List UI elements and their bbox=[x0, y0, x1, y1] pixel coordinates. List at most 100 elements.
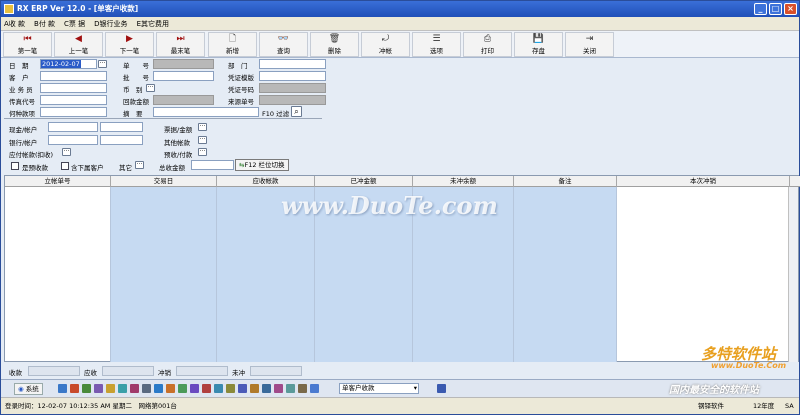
toolbar-button-9[interactable]: ☰ 选项 bbox=[412, 32, 461, 57]
menu-banking[interactable]: D银行业务 bbox=[94, 19, 127, 29]
watermark-brand-url: www.DuoTe.Com bbox=[711, 361, 787, 370]
menu-receipt[interactable]: A收 款 bbox=[4, 19, 25, 29]
toolbar-button-2[interactable]: ◀ 上一笔 bbox=[54, 32, 103, 57]
shortcut-icon[interactable] bbox=[226, 384, 235, 393]
toolbar-button-6[interactable]: 👓 查询 bbox=[259, 32, 308, 57]
toolbar-button-label: 下一笔 bbox=[119, 47, 140, 55]
grid-header-cell[interactable]: 本次冲销 bbox=[617, 176, 790, 187]
dept-field[interactable] bbox=[259, 59, 326, 69]
toolbar-button-label: 冲帐 bbox=[379, 47, 392, 55]
grid-header-cell[interactable]: 未冲余额 bbox=[413, 176, 514, 187]
toolbar-button-8[interactable]: ⤾ 冲帐 bbox=[361, 32, 410, 57]
doc-no-field bbox=[153, 59, 214, 69]
module-select[interactable]: 单客户收款 ▾ bbox=[339, 383, 419, 394]
shortcut-icon[interactable] bbox=[238, 384, 247, 393]
other-label: 其它 bbox=[119, 164, 132, 172]
book-icon[interactable] bbox=[437, 384, 446, 393]
shortcut-icon[interactable] bbox=[82, 384, 91, 393]
toolbar-button-3[interactable]: ▶ 下一笔 bbox=[105, 32, 154, 57]
batch-field[interactable] bbox=[153, 71, 214, 81]
shortcut-icon[interactable] bbox=[262, 384, 271, 393]
minimize-icon[interactable]: _ bbox=[754, 3, 767, 15]
vertical-scrollbar[interactable] bbox=[788, 187, 798, 362]
total-amount-field[interactable] bbox=[191, 160, 234, 170]
summary-field[interactable] bbox=[153, 107, 259, 117]
bill-picker-button[interactable]: ··· bbox=[198, 123, 207, 131]
other-account-picker-button[interactable]: ··· bbox=[198, 136, 207, 144]
toolbar-button-10[interactable]: ⎙ 打印 bbox=[463, 32, 512, 57]
prepay-picker-button[interactable]: ··· bbox=[198, 148, 207, 156]
close-icon[interactable]: × bbox=[784, 3, 797, 15]
f12-toggle-button[interactable]: ⇆F12 栏位切换 bbox=[235, 159, 289, 171]
shortcut-icon[interactable] bbox=[94, 384, 103, 393]
toolbar-button-11[interactable]: 💾 存盘 bbox=[514, 32, 563, 57]
grid-header-cell[interactable]: 已冲金额 bbox=[315, 176, 413, 187]
toolbar-button-label: 上一笔 bbox=[68, 47, 89, 55]
toolbar-button-label: 查询 bbox=[277, 47, 290, 55]
toolbar-button-label: 选项 bbox=[430, 47, 443, 55]
shortcut-icon[interactable] bbox=[178, 384, 187, 393]
system-button[interactable]: ◉ 系统 bbox=[14, 383, 43, 395]
shortcut-icon[interactable] bbox=[286, 384, 295, 393]
shortcut-icon[interactable] bbox=[154, 384, 163, 393]
watermark-url: www.DuoTe.com bbox=[281, 191, 498, 220]
shortcut-icon[interactable] bbox=[58, 384, 67, 393]
dept-label: 部 门 bbox=[228, 62, 248, 70]
totals-receipt-label: 收款 bbox=[9, 369, 22, 377]
menu-bills[interactable]: C票 据 bbox=[64, 19, 85, 29]
toolbar-button-7[interactable]: 🗑 删除 bbox=[310, 32, 359, 57]
date-field[interactable]: 2012-02-07 bbox=[40, 59, 97, 69]
voucher-template-field[interactable] bbox=[259, 71, 326, 81]
shortcut-icon[interactable] bbox=[274, 384, 283, 393]
toolbar-button-1[interactable]: ⏮ 第一笔 bbox=[3, 32, 52, 57]
salesperson-field[interactable] bbox=[40, 83, 107, 93]
toolbar-button-12[interactable]: ⇥ 关闭 bbox=[565, 32, 614, 57]
shortcut-icon[interactable] bbox=[250, 384, 259, 393]
cash-amount-field[interactable] bbox=[100, 122, 143, 132]
bank-account-field[interactable] bbox=[48, 135, 98, 145]
grid-col-this-offset bbox=[617, 187, 790, 362]
payment-type-field[interactable] bbox=[40, 107, 107, 117]
fiscal-year: 12年度 bbox=[753, 402, 775, 410]
shortcut-icon[interactable] bbox=[70, 384, 79, 393]
maximize-icon[interactable]: □ bbox=[769, 3, 782, 15]
fax-field[interactable] bbox=[40, 95, 107, 105]
currency-picker-button[interactable]: ··· bbox=[146, 84, 155, 92]
toolbar-button-4[interactable]: ⏭ 最末笔 bbox=[156, 32, 205, 57]
cash-account-field[interactable] bbox=[48, 122, 98, 132]
payment-type-label: 何种款项 bbox=[9, 110, 35, 118]
receivable-deduct-label: 应付帐款(扣收) bbox=[9, 151, 54, 159]
customer-label: 客 户 bbox=[9, 74, 29, 82]
shortcut-icon[interactable] bbox=[106, 384, 115, 393]
menu-payment[interactable]: B付 款 bbox=[34, 19, 55, 29]
shortcut-icon[interactable] bbox=[202, 384, 211, 393]
grid-header-cell[interactable]: 立帐单号 bbox=[5, 176, 111, 187]
shortcut-icon[interactable] bbox=[214, 384, 223, 393]
shortcut-icon[interactable] bbox=[310, 384, 319, 393]
shortcut-icon[interactable] bbox=[142, 384, 151, 393]
other-picker-button[interactable]: ··· bbox=[135, 161, 144, 169]
grid-header-cell[interactable]: 应收帐款 bbox=[217, 176, 315, 187]
totals-remaining-field bbox=[250, 366, 302, 376]
toolbar: ⏮ 第一笔 ◀ 上一笔 ▶ 下一笔 ⏭ 最末笔 🗋 新增 👓 查询 🗑 删除 ⤾ 冲帐 ☰ 选项 ⎙ 打印 💾 存盘 ⇥ 关闭 bbox=[1, 31, 799, 58]
grid-header-cell[interactable]: 交易日 bbox=[111, 176, 217, 187]
grid-col-remark bbox=[514, 187, 617, 362]
prepaid-checkbox-label: 是预收款 bbox=[22, 164, 48, 172]
toolbar-button-5[interactable]: 🗋 新增 bbox=[208, 32, 257, 57]
shortcut-icon[interactable] bbox=[298, 384, 307, 393]
shortcut-icon[interactable] bbox=[190, 384, 199, 393]
binoculars-icon: 👓 bbox=[277, 34, 290, 44]
grid-header-cell[interactable]: 备注 bbox=[514, 176, 617, 187]
menu-other-fees[interactable]: E其它费用 bbox=[137, 19, 169, 29]
shortcut-icon[interactable] bbox=[118, 384, 127, 393]
bank-amount-field[interactable] bbox=[100, 135, 143, 145]
shortcut-icon[interactable] bbox=[166, 384, 175, 393]
search-icon[interactable]: ⌕ bbox=[291, 106, 302, 117]
prepaid-checkbox[interactable] bbox=[11, 162, 19, 170]
sub-customer-checkbox[interactable] bbox=[61, 162, 69, 170]
shortcut-icon[interactable] bbox=[130, 384, 139, 393]
date-picker-button[interactable]: ··· bbox=[98, 60, 107, 68]
receivable-picker-button[interactable]: ··· bbox=[62, 148, 71, 156]
save-disk-icon: 💾 bbox=[532, 34, 545, 44]
customer-field[interactable] bbox=[40, 71, 107, 81]
